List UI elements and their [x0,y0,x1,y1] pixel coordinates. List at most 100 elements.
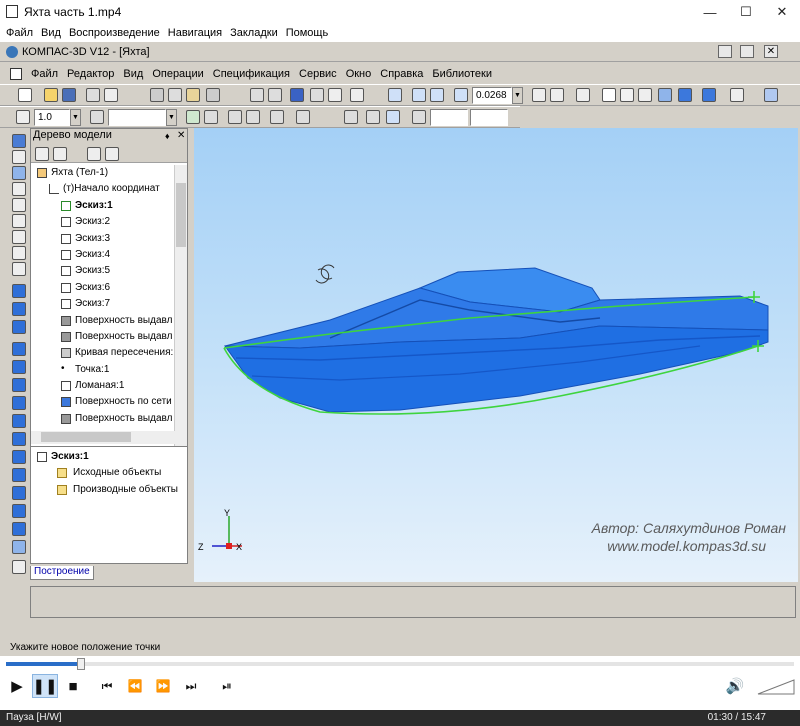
open-file-icon[interactable] [44,88,58,102]
snap-icon[interactable] [228,110,242,124]
filter-icon[interactable] [730,88,744,102]
stop-button[interactable]: ■ [60,674,86,698]
properties-icon[interactable] [206,88,220,102]
tree-item-root[interactable]: Яхта (Тел-1) [31,165,173,181]
cursor-snap-icon[interactable] [386,110,400,124]
tree-item-point[interactable]: • Точка:1 [31,362,173,378]
kompas-max-button[interactable] [740,45,754,58]
tab-construction[interactable]: Построение [30,566,94,580]
print-icon[interactable] [86,88,100,102]
tree-item-sketch-2[interactable]: Эскиз:2 [31,214,173,230]
tree-view-icon[interactable] [87,147,101,161]
help-cursor-icon[interactable] [350,88,364,102]
player-menu-bookmarks[interactable]: Закладки [230,27,278,39]
panel-shell-icon[interactable] [12,360,26,374]
player-menu-help[interactable]: Помощь [286,27,329,39]
panel-cut-icon[interactable] [12,342,26,356]
kompas-menu-window[interactable]: Окно [346,68,372,80]
panel-spec-icon[interactable] [12,230,26,244]
variables-icon[interactable] [310,88,324,102]
coords-icon[interactable] [296,110,310,124]
panel-surface-icon[interactable] [12,166,26,180]
frame-step-button[interactable]: ⏯ [214,674,240,698]
perspective-icon[interactable] [702,88,716,102]
minimize-button[interactable]: — [692,0,728,24]
tree-item-sketch-6[interactable]: Эскиз:6 [31,280,173,296]
rewind-button[interactable]: ⏪ [122,674,148,698]
rotate-icon[interactable] [550,88,564,102]
seek-thumb[interactable] [77,658,85,670]
save-icon[interactable] [62,88,76,102]
volume-icon[interactable]: 🔊 [722,674,748,698]
panel-extrude-icon[interactable] [12,302,26,316]
display-icon[interactable] [764,88,778,102]
relations-source-objects[interactable]: Исходные объекты [31,465,187,481]
close-button[interactable]: ✕ [764,0,800,24]
panel-thread-icon[interactable] [12,540,26,554]
panel-mirror-icon[interactable] [12,432,26,446]
relations-derived-objects[interactable]: Производные объекты [31,482,187,498]
coord-entry-icon[interactable] [412,110,426,124]
kompas-close-button[interactable]: ✕ [764,45,778,58]
panel-filter-icon[interactable] [12,214,26,228]
hidden-lines-icon[interactable] [620,88,634,102]
redo-icon[interactable] [268,88,282,102]
previous-button[interactable]: ⏮ [94,674,120,698]
layer-dropdown-arrow[interactable]: ▼ [166,109,177,126]
grid-step-icon[interactable] [16,110,30,124]
panel-curve-icon[interactable] [12,150,26,164]
wireframe-icon[interactable] [602,88,616,102]
cut-icon[interactable] [150,88,164,102]
function-icon[interactable] [328,88,342,102]
zoom-dropdown-arrow[interactable]: ▼ [512,87,523,104]
snap-local-icon[interactable] [246,110,260,124]
tree-item-extrude-surface-2[interactable]: Поверхность выдавли [31,329,173,345]
zoom-in-icon[interactable] [412,88,426,102]
step-dropdown-arrow[interactable]: ▼ [70,109,81,126]
maximize-button[interactable]: ☐ [728,0,764,24]
preview-icon[interactable] [104,88,118,102]
relations-title[interactable]: Эскиз:1 [31,449,187,465]
next-button[interactable]: ⏭ [178,674,204,698]
paste-icon[interactable] [186,88,200,102]
panel-geometry-icon[interactable] [12,134,26,148]
view-orientation-icon[interactable] [576,88,590,102]
coord-y-field[interactable] [470,109,508,126]
tree-structure-icon[interactable] [53,147,67,161]
zoom-icon[interactable] [454,88,468,102]
copy-icon[interactable] [168,88,182,102]
hidden-thin-icon[interactable] [638,88,652,102]
panel-edit-icon[interactable] [12,262,26,276]
panel-split-icon[interactable] [12,504,26,518]
coord-x-field[interactable] [430,109,468,126]
tree-item-sketch-3[interactable]: Эскиз:3 [31,231,173,247]
tree-item-mesh-surface[interactable]: Поверхность по сети т [31,394,173,410]
sketch-mode-icon[interactable] [186,110,200,124]
tree-horizontal-scrollbar[interactable] [31,431,187,444]
zoom-scale-field[interactable]: 0.0268 [472,87,512,104]
panel-hole-icon[interactable] [12,486,26,500]
layer-field[interactable] [108,109,166,126]
panel-solid-icon[interactable] [12,284,26,298]
pin-icon[interactable]: ♦ [165,131,170,141]
undo-icon[interactable] [250,88,264,102]
tree-separate-icon[interactable] [105,147,119,161]
panel-chamfer-icon[interactable] [12,396,26,410]
tree-item-intersection-curve[interactable]: Кривая пересечения:1 [31,345,173,361]
tree-item-sketch-1[interactable]: Эскиз:1 [31,198,173,214]
tree-order-icon[interactable] [35,147,49,161]
panel-report-icon[interactable] [12,246,26,260]
kompas-menu-help[interactable]: Справка [380,68,423,80]
kompas-menu-libraries[interactable]: Библиотеки [432,68,492,80]
player-menu-navigation[interactable]: Навигация [168,27,222,39]
manager-icon[interactable] [290,88,304,102]
panel-more-icon[interactable] [12,560,26,574]
kompas-menu-service[interactable]: Сервис [299,68,337,80]
panel-fillet-icon[interactable] [12,378,26,392]
shaded-icon[interactable] [658,88,672,102]
player-menu-playback[interactable]: Воспроизведение [69,27,160,39]
new-file-icon[interactable] [18,88,32,102]
tree-item-extrude-surface-1[interactable]: Поверхность выдавли [31,313,173,329]
kompas-menu-specification[interactable]: Спецификация [213,68,290,80]
ortho-icon[interactable] [270,110,284,124]
